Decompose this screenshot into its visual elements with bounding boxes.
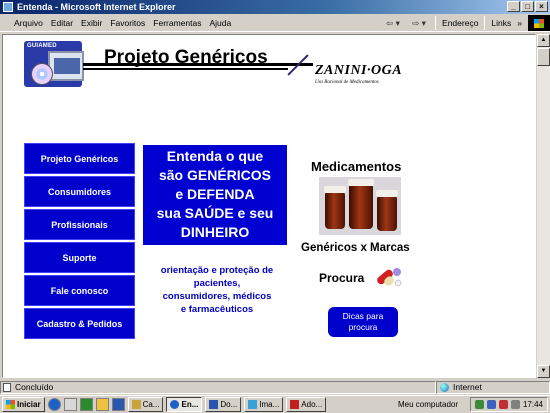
nav-profissionais[interactable]: Profissionais (24, 209, 135, 240)
task-word-icon (209, 400, 219, 409)
window-controls: _ □ × (507, 1, 548, 12)
task-acrobat-icon (290, 400, 300, 409)
orientation-line: pacientes, (193, 278, 241, 289)
dicas-procura-button[interactable]: Dicas para procura (328, 307, 398, 337)
back-icon[interactable]: ⇦ ▾ (380, 16, 406, 30)
promo-line: sua SAÚDE e seu (156, 205, 274, 221)
task-button[interactable]: Ima... (244, 397, 284, 412)
start-button[interactable]: Iniciar (2, 397, 45, 412)
page-title: Projeto Genéricos (104, 47, 268, 68)
brand-logo: ZANINI·OGA (315, 63, 403, 78)
menu-exibir[interactable]: Exibir (77, 18, 106, 28)
nav-menu: Projeto Genéricos Consumidores Profissio… (24, 143, 135, 341)
toolbar-right: ⇦ ▾ ⇨ ▾ Endereço Links » (380, 14, 550, 32)
cd-icon (31, 63, 53, 85)
nav-suporte[interactable]: Suporte (24, 242, 135, 273)
orientation-line: e farmacêuticos (180, 304, 254, 315)
task-label: Ado... (301, 400, 323, 409)
promo-line: e DEFENDA (175, 186, 255, 202)
task-label: Ima... (259, 400, 280, 409)
promo-line: são GENÉRICOS (158, 167, 272, 183)
nav-consumidores[interactable]: Consumidores (24, 176, 135, 207)
menu-favoritos[interactable]: Favoritos (106, 18, 149, 28)
close-button[interactable]: × (535, 1, 548, 12)
start-label: Iniciar (17, 400, 41, 409)
dicas-line: Dicas para (342, 311, 384, 321)
task-image-icon (248, 400, 258, 409)
nav-cadastro-pedidos[interactable]: Cadastro & Pedidos (24, 308, 135, 339)
nav-fale-conosco[interactable]: Fale conosco (24, 275, 135, 306)
tray-network-icon[interactable] (474, 400, 484, 409)
menu-editar[interactable]: Editar (47, 18, 77, 28)
window-title: Entenda - Microsoft Internet Explorer (17, 2, 176, 12)
forward-icon[interactable]: ⇨ ▾ (406, 16, 432, 30)
minimize-button[interactable]: _ (507, 1, 520, 12)
internet-zone-icon (440, 382, 449, 392)
ie-icon (3, 2, 13, 12)
task-button[interactable]: Ca... (127, 397, 164, 412)
toolbar-separator (484, 16, 486, 30)
quicklaunch-desktop-icon[interactable] (95, 398, 109, 411)
page-done-icon (3, 382, 11, 392)
capsule-icon[interactable] (374, 265, 404, 291)
task-button[interactable]: Do... (205, 397, 242, 412)
tray-monitor-icon[interactable] (486, 400, 496, 409)
clock[interactable]: 17:44 (523, 400, 543, 409)
task-ie-icon (170, 400, 180, 409)
status-text: Concluído (15, 382, 54, 392)
scroll-up-icon[interactable]: ▲ (537, 34, 550, 47)
task-button[interactable]: Ado... (286, 397, 327, 412)
quicklaunch-excel-icon[interactable] (79, 398, 93, 411)
links-chevron-icon[interactable]: » (514, 18, 525, 28)
zone-text: Internet (453, 382, 482, 392)
my-computer-label[interactable]: Meu computador (398, 397, 458, 412)
quicklaunch-explorer-icon[interactable] (63, 398, 77, 411)
vertical-scrollbar[interactable]: ▲ ▼ (537, 34, 550, 378)
windows-logo-icon (528, 15, 550, 31)
links-label[interactable]: Links (488, 18, 514, 28)
scroll-thumb[interactable] (537, 48, 550, 66)
maximize-button[interactable]: □ (521, 1, 534, 12)
promo-line: Entenda o que (166, 148, 264, 164)
dicas-line: procura (348, 322, 378, 332)
page-viewport: GUIAMED Projeto Genéricos ZANINI·OGA Uso… (2, 34, 536, 378)
window-titlebar[interactable]: Entenda - Microsoft Internet Explorer _ … (0, 0, 550, 14)
logo-text: GUIAMED (27, 43, 57, 49)
toolbar-separator (435, 16, 437, 30)
quicklaunch-word-icon[interactable] (111, 398, 125, 411)
promo-banner[interactable]: Entenda o que são GENÉRICOS e DEFENDA su… (143, 145, 287, 245)
menu-ferramentas[interactable]: Ferramentas (149, 18, 205, 28)
tray-antivirus-icon[interactable] (498, 400, 508, 409)
medicamentos-heading: Medicamentos (311, 159, 402, 174)
task-app-icon (131, 400, 141, 409)
genericos-marcas-link[interactable]: Genéricos x Marcas (301, 242, 410, 254)
taskbar: Iniciar Ca... En... Do... Ima... Ado... … (0, 395, 550, 413)
menu-arquivo[interactable]: Arquivo (10, 18, 47, 28)
task-label: En... (181, 400, 199, 409)
orientation-text: orientação e proteção de pacientes, cons… (145, 264, 289, 316)
quicklaunch-ie-icon[interactable] (47, 398, 61, 411)
orientation-line: orientação e proteção de (160, 265, 274, 276)
guiamed-logo[interactable]: GUIAMED (24, 39, 86, 87)
brand-subtitle: Uso Racional de Medicamentos (315, 80, 379, 85)
task-label: Do... (220, 400, 238, 409)
windows-flag-icon (6, 400, 15, 409)
menu-ajuda[interactable]: Ajuda (205, 18, 235, 28)
tray-volume-icon[interactable] (510, 400, 520, 409)
task-label: Ca... (142, 400, 160, 409)
task-button-active[interactable]: En... (166, 397, 203, 412)
scroll-down-icon[interactable]: ▼ (537, 365, 550, 378)
nav-projeto-genericos[interactable]: Projeto Genéricos (24, 143, 135, 174)
address-label[interactable]: Endereço (439, 18, 481, 28)
system-tray: 17:44 (469, 397, 548, 412)
monitor-icon (48, 51, 84, 81)
promo-line: DINHEIRO (180, 224, 250, 240)
medicine-bottles-image[interactable] (319, 177, 401, 235)
procura-link[interactable]: Procura (319, 271, 364, 285)
orientation-line: consumidores, médicos (162, 291, 272, 302)
status-bar: Concluído Internet (0, 380, 550, 394)
